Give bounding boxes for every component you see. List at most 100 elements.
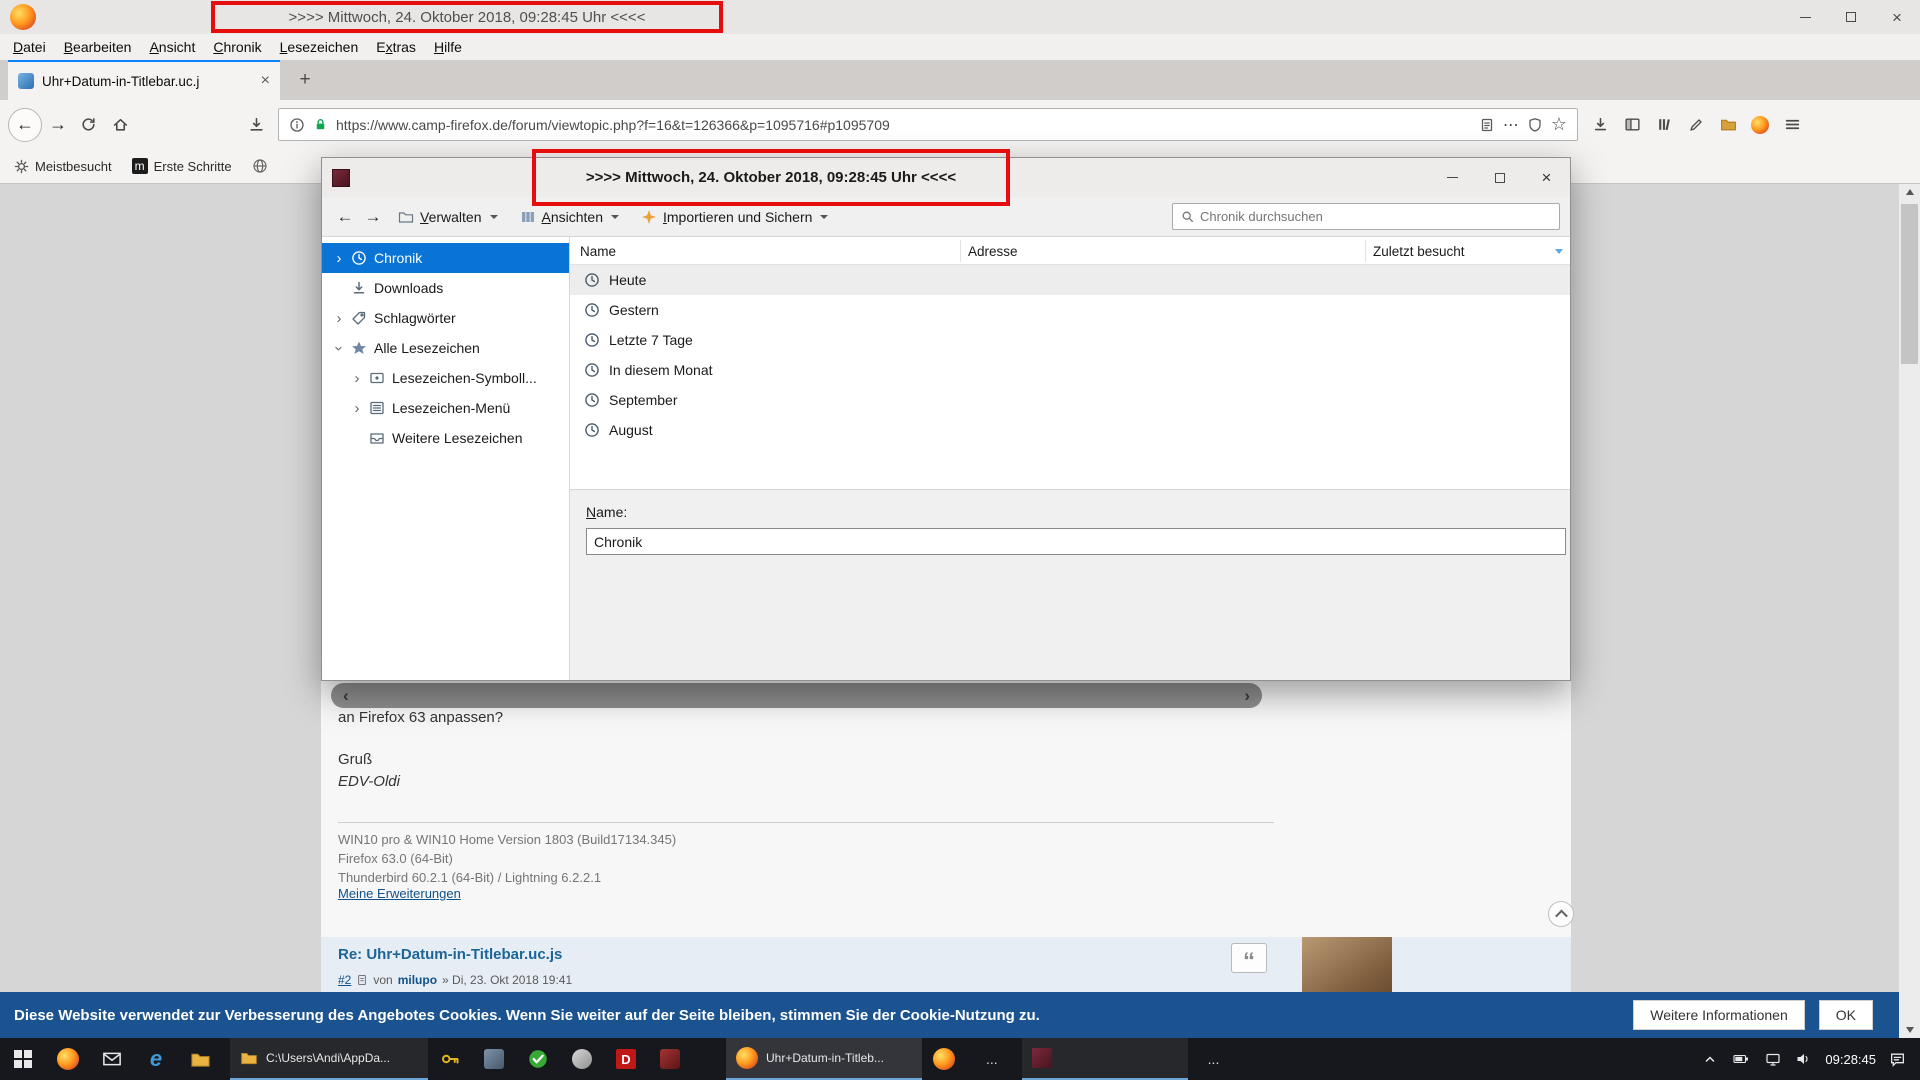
tab-active[interactable]: Uhr+Datum-in-Titlebar.uc.j × <box>8 60 280 100</box>
reader-mode-icon[interactable] <box>1479 117 1495 133</box>
menu-bearbeiten[interactable]: Bearbeiten <box>55 34 141 60</box>
column-header-adresse[interactable]: Adresse <box>968 237 1018 265</box>
close-button[interactable]: × <box>1874 0 1920 34</box>
menu-ansicht[interactable]: Ansicht <box>140 34 204 60</box>
url-bar[interactable]: https://www.camp-firefox.de/forum/viewto… <box>278 108 1578 141</box>
history-row-september[interactable]: September <box>570 385 1570 415</box>
lock-icon[interactable] <box>313 117 328 132</box>
downloads-button[interactable] <box>1584 109 1616 141</box>
library-maximize-button[interactable] <box>1476 158 1523 197</box>
scroll-right-icon[interactable]: › <box>1244 686 1250 706</box>
library-back-button[interactable]: ← <box>332 204 358 230</box>
reload-button[interactable] <box>72 109 104 141</box>
browser-scrollbar[interactable] <box>1899 184 1920 1038</box>
chevron-down-icon[interactable]: › <box>332 343 347 353</box>
taskbar-app-icon-3[interactable] <box>648 1038 692 1080</box>
library-minimize-button[interactable] <box>1429 158 1476 197</box>
taskbar-explorer-button[interactable]: C:\Users\Andi\AppDa... <box>230 1038 428 1080</box>
taskbar-clock[interactable]: 09:28:45 <box>1825 1052 1876 1067</box>
name-input[interactable] <box>586 528 1566 555</box>
code-block-scrollbar[interactable]: ‹ › <box>331 683 1262 708</box>
tree-item-chronik[interactable]: › Chronik <box>322 243 569 273</box>
taskbar-app-icon-2[interactable] <box>560 1038 604 1080</box>
scrollbar-up-button[interactable] <box>1899 184 1920 200</box>
sidebar-button[interactable] <box>1616 109 1648 141</box>
chevron-right-icon[interactable]: › <box>352 371 362 386</box>
post-author-link[interactable]: milupo <box>398 973 437 987</box>
minimize-button[interactable] <box>1782 0 1828 34</box>
bookmark-meistbesucht[interactable]: Meistbesucht <box>14 159 112 174</box>
start-button[interactable] <box>0 1038 46 1080</box>
tree-item-alle-lesezeichen[interactable]: › Alle Lesezeichen <box>322 333 569 363</box>
menu-datei[interactable]: Datei <box>4 34 55 60</box>
info-icon[interactable] <box>289 117 305 133</box>
history-row-august[interactable]: August <box>570 415 1570 445</box>
history-row-letzte-7-tage[interactable]: Letzte 7 Tage <box>570 325 1570 355</box>
taskbar-antivirus-icon[interactable] <box>516 1038 560 1080</box>
battery-icon[interactable] <box>1731 1051 1751 1067</box>
signature-link[interactable]: Meine Erweiterungen <box>338 886 461 901</box>
back-button[interactable]: ← <box>8 108 42 142</box>
taskbar-overflow-2[interactable]: ... <box>1208 1051 1220 1067</box>
chevron-right-icon[interactable]: › <box>334 311 344 326</box>
network-icon[interactable] <box>1764 1051 1782 1067</box>
tab-close-icon[interactable]: × <box>261 72 270 90</box>
ansichten-button[interactable]: Ansichten <box>510 203 630 231</box>
menu-hilfe[interactable]: Hilfe <box>425 34 471 60</box>
column-separator[interactable] <box>960 240 961 262</box>
quote-button[interactable]: “ <box>1231 943 1267 973</box>
menu-lesezeichen[interactable]: Lesezeichen <box>271 34 368 60</box>
library-search-input[interactable] <box>1200 209 1551 224</box>
globe-icon[interactable] <box>252 158 268 174</box>
scroll-to-top-button[interactable] <box>1548 901 1574 927</box>
save-page-button[interactable] <box>240 109 272 141</box>
column-header-name[interactable]: Name <box>580 237 616 265</box>
cookie-info-button[interactable]: Weitere Informationen <box>1633 1000 1804 1030</box>
page-actions-icon[interactable]: ⋯ <box>1503 115 1519 135</box>
post-number-link[interactable]: #2 <box>338 973 351 987</box>
taskbar-app-icon-1[interactable] <box>472 1038 516 1080</box>
tray-chevron-up-icon[interactable] <box>1702 1051 1718 1067</box>
taskbar-firefox-icon[interactable] <box>46 1038 90 1080</box>
tree-item-schlagwoerter[interactable]: › Schlagwörter <box>322 303 569 333</box>
edit-button[interactable] <box>1680 109 1712 141</box>
library-close-button[interactable]: × <box>1523 158 1570 197</box>
menu-extras[interactable]: Extras <box>367 34 425 60</box>
home-button[interactable] <box>104 109 136 141</box>
taskbar-dictionary-icon[interactable]: D <box>604 1038 648 1080</box>
taskbar-firefox-button[interactable]: Uhr+Datum-in-Titleb... <box>726 1038 922 1080</box>
extension-button[interactable] <box>1744 109 1776 141</box>
menu-button[interactable] <box>1776 109 1808 141</box>
history-row-gestern[interactable]: Gestern <box>570 295 1570 325</box>
column-separator[interactable] <box>1365 240 1366 262</box>
volume-icon[interactable] <box>1795 1051 1812 1067</box>
verwalten-button[interactable]: Verwalten <box>388 203 508 231</box>
tree-item-downloads[interactable]: Downloads <box>322 273 569 303</box>
library-button[interactable] <box>1648 109 1680 141</box>
tree-item-lesezeichen-menue[interactable]: › Lesezeichen-Menü <box>322 393 569 423</box>
tree-item-lesezeichen-symbolleiste[interactable]: › Lesezeichen-Symboll... <box>322 363 569 393</box>
taskbar-overflow-1[interactable]: ... <box>986 1051 998 1067</box>
taskbar-folder-icon[interactable] <box>178 1038 222 1080</box>
post-title-link[interactable]: Re: Uhr+Datum-in-Titlebar.uc.js <box>338 946 562 963</box>
shield-icon[interactable] <box>1527 117 1543 133</box>
cookie-ok-button[interactable]: OK <box>1819 1000 1873 1030</box>
menu-chronik[interactable]: Chronik <box>204 34 270 60</box>
taskbar-firefox-icon-2[interactable] <box>922 1038 966 1080</box>
taskbar-library-button[interactable] <box>1022 1038 1188 1080</box>
bookmarks-folder-button[interactable] <box>1712 109 1744 141</box>
scrollbar-down-button[interactable] <box>1899 1022 1920 1038</box>
tree-item-weitere-lesezeichen[interactable]: Weitere Lesezeichen <box>322 423 569 453</box>
chevron-right-icon[interactable]: › <box>334 251 344 266</box>
library-forward-button[interactable]: → <box>360 204 386 230</box>
history-row-heute[interactable]: Heute <box>570 265 1570 295</box>
taskbar-edge-icon[interactable]: e <box>134 1038 178 1080</box>
taskbar-key-icon[interactable] <box>428 1038 472 1080</box>
action-center-icon[interactable] <box>1889 1051 1906 1068</box>
forward-button[interactable]: → <box>44 109 72 141</box>
library-search-box[interactable] <box>1172 203 1560 230</box>
scroll-left-icon[interactable]: ‹ <box>343 686 349 706</box>
importieren-button[interactable]: Importieren und Sichern <box>631 203 838 231</box>
bookmark-star-icon[interactable]: ☆ <box>1551 114 1567 135</box>
column-header-zuletzt-besucht[interactable]: Zuletzt besucht <box>1373 237 1465 265</box>
